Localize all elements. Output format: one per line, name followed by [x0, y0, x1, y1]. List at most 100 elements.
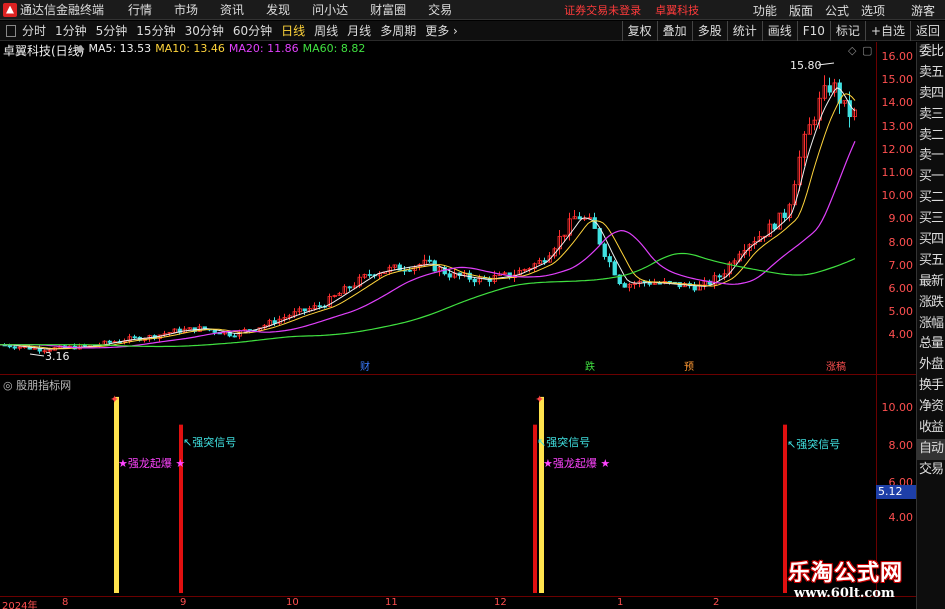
menu-item-discover[interactable]: 发现 — [266, 1, 290, 18]
period-1min[interactable]: 1分钟 — [55, 22, 87, 39]
menu-item-trade[interactable]: 交易 — [428, 1, 452, 18]
side-tab[interactable]: 买一 — [917, 167, 945, 188]
price-axis-label: 10.00 — [881, 189, 914, 203]
side-tab[interactable]: 外盘 — [917, 355, 945, 376]
period-5min[interactable]: 5分钟 — [96, 22, 128, 39]
menu-item-quotes[interactable]: 行情 — [128, 1, 152, 18]
overlay-button[interactable]: 叠加 — [656, 21, 692, 41]
side-tab[interactable]: 卖四 — [917, 84, 945, 105]
layout-toggle-icon[interactable] — [6, 24, 16, 37]
candle-body — [107, 340, 112, 343]
candle-body — [302, 308, 307, 312]
ma10-line — [0, 93, 856, 350]
kline-chart[interactable]: 卓翼科技(日线) ◆ MA5: 13.53 MA10: 13.46 MA20: … — [0, 42, 876, 374]
side-tab[interactable]: 卖一 — [917, 146, 945, 167]
more-periods-button[interactable]: 更多 › — [425, 22, 458, 39]
price-axis-label: 13.00 — [881, 119, 914, 133]
candle-body — [607, 256, 612, 263]
side-tab[interactable]: 自动 — [917, 438, 945, 460]
period-multi[interactable]: 多周期 — [380, 22, 416, 39]
menu-item-layout[interactable]: 版面 — [789, 2, 813, 19]
candle-body — [432, 260, 437, 272]
f10-button[interactable]: F10 — [796, 21, 830, 41]
side-tab[interactable]: 收益 — [917, 418, 945, 439]
watermark-url: www.60lt.com — [794, 586, 895, 601]
candle-body — [347, 286, 352, 289]
price-axis-label: 11.00 — [881, 166, 914, 179]
menu-item-ask[interactable]: 问小达 — [312, 1, 348, 18]
watermark-title: 乐淘公式网 — [788, 561, 904, 586]
side-tab[interactable]: 涨幅 — [917, 314, 945, 335]
candle-body — [827, 85, 832, 93]
side-tab[interactable]: 交易 — [917, 460, 945, 481]
period-15min[interactable]: 15分钟 — [136, 22, 175, 39]
period-weekly[interactable]: 周线 — [314, 22, 338, 39]
price-axis-label: 6.00 — [888, 282, 914, 295]
time-axis-label: 10 — [286, 597, 299, 608]
side-tab[interactable]: 买三 — [917, 209, 945, 230]
event-marker: 涨稿 — [826, 360, 846, 373]
price-axis-label: 7.00 — [888, 258, 914, 272]
watermark: 乐淘公式网 www.60lt.com — [776, 550, 916, 606]
high-price-label: 15.80 — [790, 59, 822, 72]
menu-item-market[interactable]: 市场 — [174, 1, 198, 18]
menu-item-news[interactable]: 资讯 — [220, 1, 244, 18]
side-tab[interactable]: 卖三 — [917, 105, 945, 126]
side-tab[interactable]: 买四 — [917, 230, 945, 251]
indicator-chart[interactable]: ◎ 股朋指标网 ✦ ✦ ★强龙起爆 ★ ↖强突信号 ↖强突信号 ★强龙起爆 ★ ↖强突信号 — [0, 375, 876, 596]
side-tab[interactable]: 总量 — [917, 334, 945, 355]
draw-line-button[interactable]: 画线 — [761, 21, 797, 41]
butterfly-icon: ✦ — [535, 393, 544, 406]
guest-login[interactable]: 游客 — [911, 2, 935, 19]
period-monthly[interactable]: 月线 — [347, 22, 371, 39]
candle-body — [367, 274, 372, 276]
candlesticks — [2, 75, 857, 354]
menu-item-options[interactable]: 选项 — [861, 2, 885, 19]
side-tab[interactable]: 涨跌 — [917, 293, 945, 314]
price-axis-label: 14.00 — [881, 96, 914, 110]
price-axis-label: 8.00 — [888, 235, 914, 249]
ma5-line — [0, 87, 856, 350]
candle-body — [542, 260, 547, 263]
candle-body — [132, 336, 137, 339]
side-panel-tabs: 委比 卖五 卖四 卖三 卖二 卖一 买一 买二 买三 买四 买五 最新 涨跌 涨幅 总量 外盘 换手 净资 收益 自动… — [916, 42, 945, 609]
app-title: 通达信金融终端 — [20, 3, 105, 17]
menu-item-formula[interactable]: 公式 — [825, 2, 849, 19]
side-tab[interactable]: 换手 — [917, 376, 945, 397]
add-favorite-button[interactable]: +自选 — [864, 21, 910, 41]
candle-body — [782, 212, 787, 218]
candle-body — [232, 335, 237, 338]
low-price-label: 3.16 — [45, 350, 70, 363]
side-tab[interactable]: 卖五 — [917, 63, 945, 84]
side-tab[interactable]: 委比 — [917, 42, 945, 63]
menu-item-function[interactable]: 功能 — [753, 2, 777, 19]
indicator-current-value: 5.12 — [876, 485, 916, 499]
event-marker: 财 — [360, 360, 370, 373]
side-tab[interactable]: 最新 — [917, 272, 945, 293]
price-axis-label: 5.00 — [888, 305, 914, 319]
adjust-button[interactable]: 复权 — [621, 21, 657, 41]
side-tab[interactable]: 买二 — [917, 188, 945, 209]
candle-body — [602, 243, 607, 257]
period-intraday[interactable]: 分时 — [22, 22, 46, 39]
time-axis-label: 1 — [617, 597, 624, 608]
candle-body — [212, 329, 217, 333]
mark-button[interactable]: 标记 — [829, 21, 865, 41]
period-daily[interactable]: 日线 — [281, 22, 305, 39]
statistics-button[interactable]: 统计 — [726, 21, 762, 41]
menu-bar: 通达信金融终端 行情 市场 资讯 发现 问小达 财富圈 交易 证券交易未登录 卓… — [0, 0, 945, 20]
time-axis-label: 8 — [62, 597, 69, 608]
side-tab[interactable]: 买五 — [917, 251, 945, 272]
period-30min[interactable]: 30分钟 — [185, 22, 224, 39]
back-button[interactable]: 返回 — [909, 21, 945, 41]
ma20-line — [0, 141, 856, 349]
event-marker: 预 — [684, 361, 694, 373]
side-tab[interactable]: 净资 — [917, 397, 945, 418]
indicator-signal-label: ★强龙起爆 ★ — [118, 456, 185, 470]
period-60min[interactable]: 60分钟 — [233, 22, 272, 39]
time-axis-label: 2024年 — [2, 601, 38, 609]
period-toolbar: 分时 1分钟 5分钟 15分钟 30分钟 60分钟 日线 周线 月线 多周期 更… — [0, 21, 945, 41]
multi-stock-button[interactable]: 多股 — [691, 21, 727, 41]
side-tab[interactable]: 卖二 — [917, 126, 945, 147]
menu-item-wealth[interactable]: 财富圈 — [370, 1, 406, 18]
